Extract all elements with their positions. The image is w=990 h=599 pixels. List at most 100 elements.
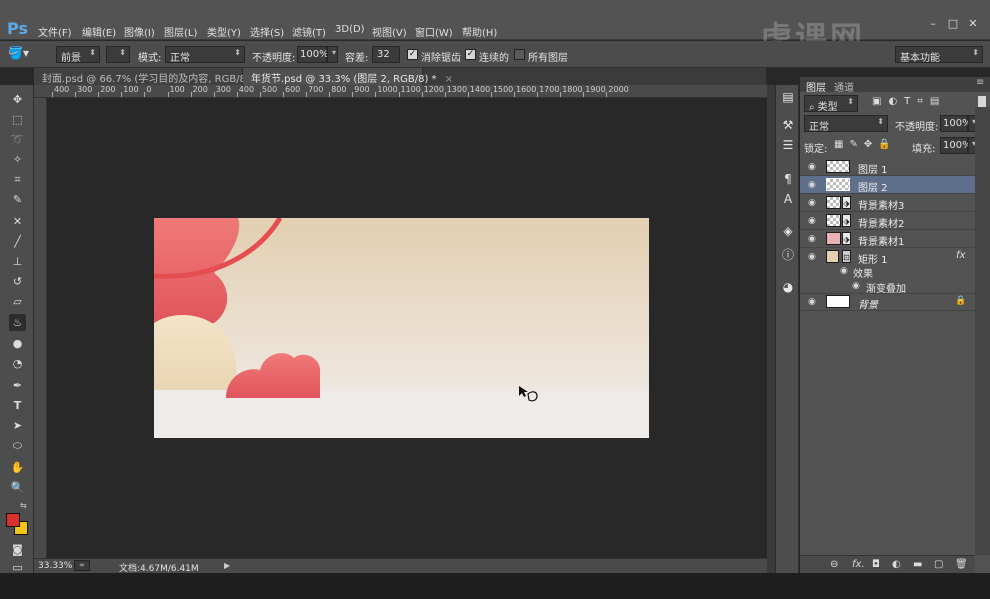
history-brush-tool-icon[interactable]: ↺: [9, 273, 26, 290]
eye-icon[interactable]: ◉: [808, 198, 816, 208]
zoom-tool-icon[interactable]: 🔍: [9, 479, 26, 496]
menu-view[interactable]: 视图(V): [372, 24, 407, 39]
dodge-tool-icon[interactable]: ◔: [9, 355, 26, 372]
menu-type[interactable]: 类型(Y): [207, 24, 241, 39]
gradient-overlay-row[interactable]: ◉ 渐变叠加: [800, 279, 975, 295]
properties-panel-icon[interactable]: ◈: [780, 223, 796, 239]
tab-cover-doc[interactable]: 封面.psd @ 66.7% (学习目的及内容, RGB/8)×: [34, 68, 266, 85]
filter-type-icons[interactable]: ▣◐T⌗▤: [872, 96, 946, 107]
pattern-picker[interactable]: ⬍: [106, 46, 130, 63]
layer-row-bg-material2[interactable]: ◉ ⬗ 背景素材2: [800, 212, 975, 230]
all-layers-checkbox[interactable]: [514, 49, 525, 60]
healing-brush-tool-icon[interactable]: ✕: [9, 213, 26, 230]
foreground-color-swatch[interactable]: [6, 513, 20, 527]
clone-stamp-tool-icon[interactable]: ⊥: [9, 253, 26, 270]
contiguous-checkbox[interactable]: ✓: [465, 49, 476, 60]
menu-help[interactable]: 帮助(H): [462, 24, 497, 39]
zoom-level[interactable]: 33.33%: [38, 561, 72, 571]
paragraph-panel-icon[interactable]: ¶: [780, 171, 796, 187]
crop-tool-icon[interactable]: ⌗: [9, 171, 26, 188]
new-group-icon[interactable]: ▬: [913, 559, 922, 570]
menu-filter[interactable]: 滤镜(T): [292, 24, 326, 39]
eye-icon[interactable]: ◉: [808, 180, 816, 190]
panel-menu-icon[interactable]: ≡: [976, 77, 984, 88]
eraser-tool-icon[interactable]: ▱: [9, 293, 26, 310]
fx-icon[interactable]: fx: [956, 250, 965, 261]
eye-icon[interactable]: ◉: [808, 234, 816, 244]
layer-row-layer2[interactable]: ◉ 图层 2: [800, 176, 975, 194]
pen-tool-icon[interactable]: ✒: [9, 377, 26, 394]
brush-tool-icon[interactable]: ╱: [9, 233, 26, 250]
tab-layers[interactable]: 图层: [806, 79, 826, 94]
hand-tool-icon[interactable]: ✋: [9, 459, 26, 476]
lock-icons[interactable]: ▦✎✥🔒: [834, 139, 897, 150]
info-panel-icon[interactable]: ⓘ: [780, 247, 796, 263]
menu-edit[interactable]: 编辑(E): [82, 24, 116, 39]
menu-window[interactable]: 窗口(W): [415, 24, 453, 39]
adjustments-panel-icon[interactable]: ☰: [780, 137, 796, 153]
quick-mask-icon[interactable]: ◙: [9, 541, 26, 558]
layer-opacity-input[interactable]: 100%: [940, 115, 972, 132]
layer-row-bg-material3[interactable]: ◉ ⬗ 背景素材3: [800, 194, 975, 212]
menu-file[interactable]: 文件(F): [38, 24, 72, 39]
swap-colors-icon[interactable]: ⇆: [20, 501, 27, 510]
color-panel-icon[interactable]: ◕: [780, 279, 796, 295]
eye-icon[interactable]: ◉: [808, 297, 816, 307]
document-canvas[interactable]: [154, 218, 649, 438]
add-mask-icon[interactable]: ◘: [872, 559, 880, 570]
path-selection-tool-icon[interactable]: ➤: [9, 417, 26, 434]
fill-source-select[interactable]: 前景 ⬍: [56, 46, 100, 64]
menu-3d[interactable]: 3D(D): [335, 24, 365, 35]
vertical-scrollbar[interactable]: [767, 85, 775, 573]
magic-wand-tool-icon[interactable]: ✧: [9, 151, 26, 168]
antialias-checkbox[interactable]: ✓: [407, 49, 418, 60]
status-icon[interactable]: ∞: [74, 560, 90, 571]
type-tool-icon[interactable]: T: [9, 397, 26, 414]
tolerance-input[interactable]: 32: [372, 46, 400, 63]
mode-select[interactable]: 正常 ⬍: [165, 46, 245, 64]
menu-image[interactable]: 图像(I): [124, 24, 155, 39]
link-layers-icon[interactable]: ⊖: [830, 559, 838, 570]
actions-panel-icon[interactable]: ⚒: [780, 117, 796, 133]
paint-bucket-preset-icon[interactable]: 🪣▾: [8, 46, 40, 63]
menu-select[interactable]: 选择(S): [250, 24, 284, 39]
eyedropper-tool-icon[interactable]: ✎: [9, 191, 26, 208]
add-style-icon[interactable]: fx.: [852, 559, 865, 570]
tab-channels[interactable]: 通道: [834, 79, 854, 94]
layer-row-bg-material1[interactable]: ◉ ⬗ 背景素材1: [800, 230, 975, 248]
minimize-icon[interactable]: –: [926, 18, 940, 30]
blur-tool-icon[interactable]: ●: [9, 335, 26, 352]
eye-icon[interactable]: ◉: [808, 252, 816, 262]
eye-icon[interactable]: ◉: [808, 216, 816, 226]
workspace-select[interactable]: 基本功能 ⬍: [895, 46, 983, 64]
layer-row-background[interactable]: ◉ 背景 🔒: [800, 293, 975, 311]
blend-mode-select[interactable]: 正常 ⬍: [804, 115, 888, 133]
marquee-tool-icon[interactable]: ⬚: [9, 111, 26, 128]
character-panel-icon[interactable]: A: [780, 191, 796, 207]
tab-new-year-doc[interactable]: 年货节.psd @ 33.3% (图层 2, RGB/8) * ×: [243, 68, 453, 85]
blend-mode-value: 正常: [809, 122, 829, 133]
layer-filter-select[interactable]: ⌕ 类型 ⬍: [804, 95, 858, 113]
layers-scrollbar[interactable]: [975, 107, 990, 555]
delete-layer-icon[interactable]: 🗑: [955, 559, 968, 570]
status-menu-arrow-icon[interactable]: ▶: [224, 561, 230, 570]
layer-effects-row[interactable]: ◉ 效果: [800, 264, 975, 280]
maximize-icon[interactable]: □: [946, 18, 960, 30]
layer-row-layer1[interactable]: ◉ 图层 1: [800, 158, 975, 176]
eye-icon[interactable]: ◉: [808, 162, 816, 172]
layer-fill-input[interactable]: 100%: [940, 137, 972, 154]
opacity-dropdown[interactable]: ▾: [327, 46, 338, 63]
close-icon[interactable]: ✕: [966, 18, 980, 30]
menu-layer[interactable]: 图层(L): [164, 24, 197, 39]
eye-icon[interactable]: ◉: [852, 281, 860, 291]
paint-bucket-tool-icon[interactable]: ♨: [9, 314, 26, 331]
opacity-input[interactable]: 100%: [297, 46, 329, 63]
close-tab-icon[interactable]: ×: [445, 74, 453, 85]
ellipse-tool-icon[interactable]: ⬭: [9, 437, 26, 454]
move-tool-icon[interactable]: ✥: [9, 91, 26, 108]
adjustment-layer-icon[interactable]: ◐: [892, 559, 901, 570]
eye-icon[interactable]: ◉: [840, 266, 848, 276]
new-layer-icon[interactable]: ▢: [934, 559, 943, 570]
history-panel-icon[interactable]: ▤: [780, 89, 796, 105]
lasso-tool-icon[interactable]: ➰: [9, 131, 26, 148]
